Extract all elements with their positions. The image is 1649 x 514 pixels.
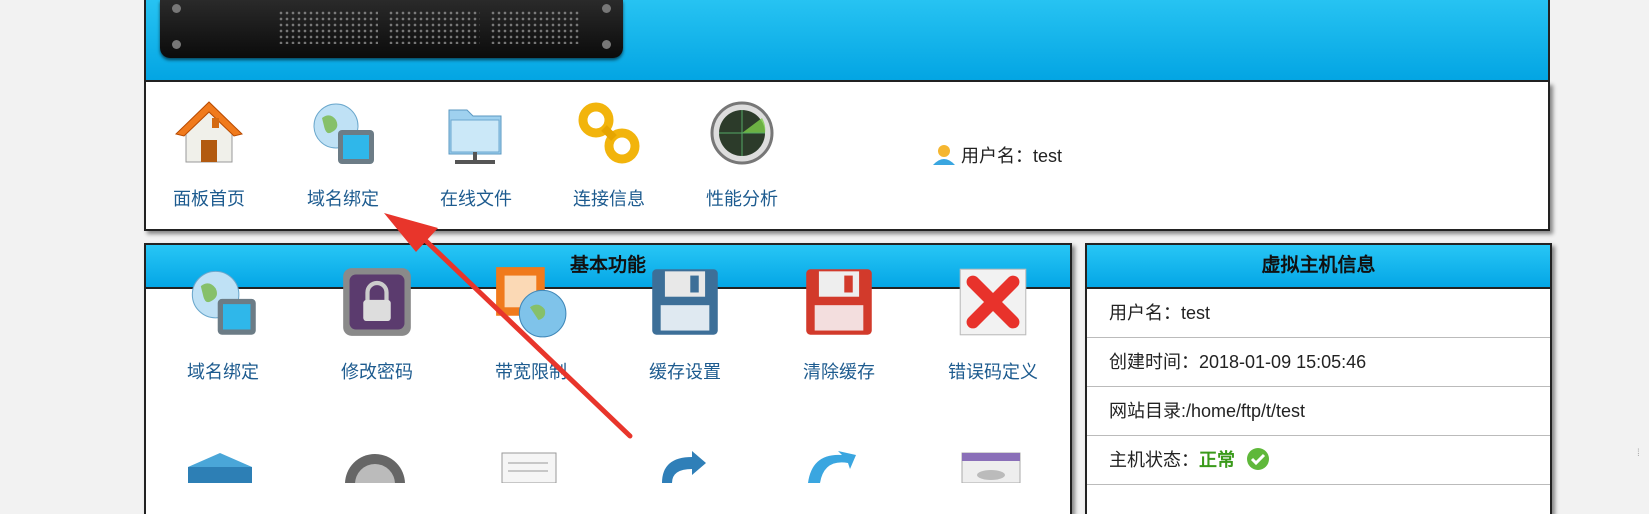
scrollbar-marker[interactable]: ⁞ [1637, 448, 1647, 478]
annotation-arrow [384, 213, 633, 439]
